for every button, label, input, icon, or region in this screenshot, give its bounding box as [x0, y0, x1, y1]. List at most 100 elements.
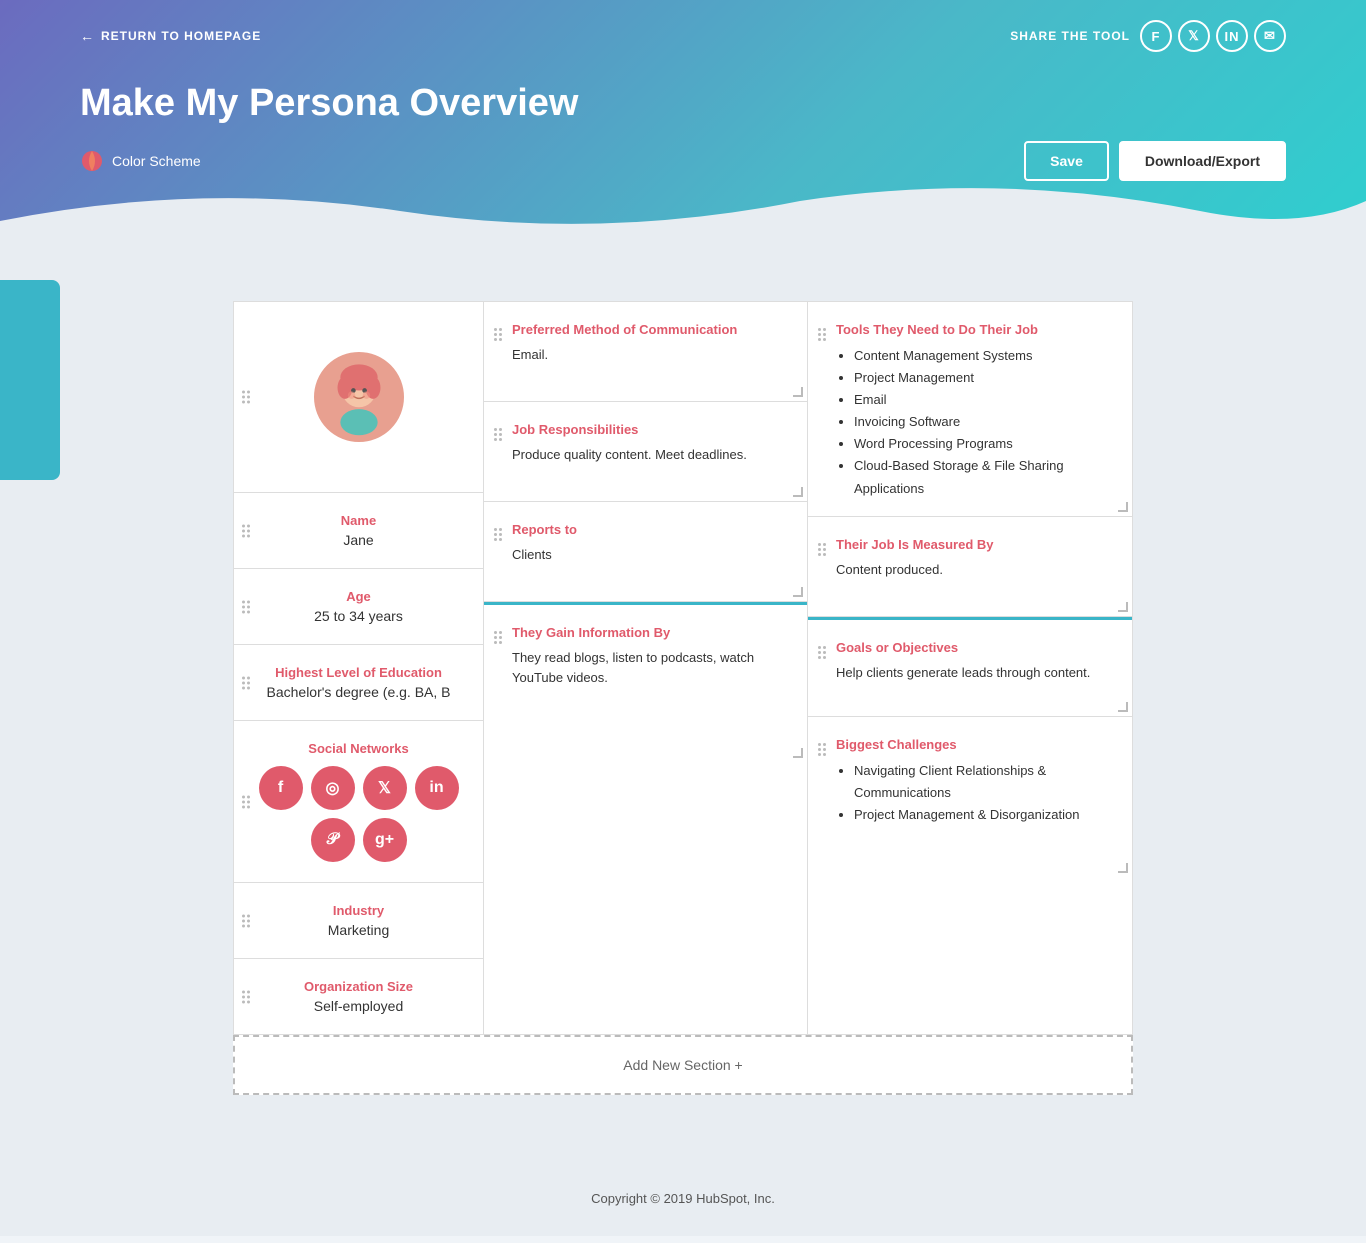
measured-by-card: Their Job Is Measured By Content produce… — [808, 517, 1132, 617]
right-column: Tools They Need to Do Their Job Content … — [808, 302, 1132, 1034]
social-networks-label: Social Networks — [250, 741, 467, 756]
resize-handle[interactable] — [793, 387, 803, 397]
avatar[interactable] — [314, 352, 404, 442]
job-resp-text: Produce quality content. Meet deadlines. — [512, 445, 791, 465]
tools-card: Tools They Need to Do Their Job Content … — [808, 302, 1132, 517]
tools-list: Content Management Systems Project Manag… — [836, 345, 1116, 500]
resize-handle[interactable] — [1118, 702, 1128, 712]
reports-to-text: Clients — [512, 545, 791, 565]
org-size-value: Self-employed — [250, 998, 467, 1014]
education-section: Highest Level of Education Bachelor's de… — [234, 645, 483, 721]
list-item: Word Processing Programs — [854, 433, 1116, 455]
list-item: Invoicing Software — [854, 411, 1116, 433]
drag-handle[interactable] — [242, 391, 250, 404]
facebook-icon[interactable]: f — [259, 766, 303, 810]
drag-handle[interactable] — [818, 743, 826, 756]
goals-text: Help clients generate leads through cont… — [836, 663, 1116, 683]
resize-handle[interactable] — [1118, 602, 1128, 612]
download-export-button[interactable]: Download/Export — [1119, 141, 1286, 181]
measured-by-text: Content produced. — [836, 560, 1116, 580]
linkedin-share-button[interactable]: in — [1216, 20, 1248, 52]
name-section: Name Jane — [234, 493, 483, 569]
color-scheme-control[interactable]: Color Scheme — [80, 149, 201, 173]
return-home-label: RETURN TO HOMEPAGE — [101, 29, 261, 43]
reports-to-card: Reports to Clients — [484, 502, 807, 602]
drag-handle[interactable] — [494, 528, 502, 541]
hero-section: ← RETURN TO HOMEPAGE SHARE THE TOOL f 𝕏 … — [0, 0, 1366, 261]
twitter-icon[interactable]: 𝕏 — [363, 766, 407, 810]
social-icons-grid: f ◎ 𝕏 in 𝒫 g+ — [250, 766, 467, 862]
challenges-list: Navigating Client Relationships & Commun… — [836, 760, 1116, 826]
tools-title: Tools They Need to Do Their Job — [836, 322, 1116, 337]
hero-content: Make My Persona Overview Color Scheme Sa… — [0, 62, 1366, 181]
drag-handle[interactable] — [494, 328, 502, 341]
hero-wave — [0, 181, 1366, 261]
social-networks-section: Social Networks f ◎ 𝕏 in 𝒫 g+ — [234, 721, 483, 883]
googleplus-icon[interactable]: g+ — [363, 818, 407, 862]
hero-buttons: Save Download/Export — [1024, 141, 1286, 181]
challenges-title: Biggest Challenges — [836, 737, 1116, 752]
resize-handle[interactable] — [1118, 863, 1128, 873]
gain-info-card: They Gain Information By They read blogs… — [484, 602, 807, 762]
drag-handle[interactable] — [818, 646, 826, 659]
goals-card: Goals or Objectives Help clients generat… — [808, 617, 1132, 717]
age-section: Age 25 to 34 years — [234, 569, 483, 645]
drag-handle[interactable] — [242, 524, 250, 537]
email-share-button[interactable]: ✉ — [1254, 20, 1286, 52]
main-content: Name Jane Age 25 to 34 years — [0, 261, 1366, 1161]
education-value: Bachelor's degree (e.g. BA, B — [250, 684, 467, 700]
pinterest-icon[interactable]: 𝒫 — [311, 818, 355, 862]
drag-handle[interactable] — [242, 795, 250, 808]
drag-handle[interactable] — [818, 328, 826, 341]
color-scheme-icon — [80, 149, 104, 173]
preferred-comm-text: Email. — [512, 345, 791, 365]
org-size-section: Organization Size Self-employed — [234, 959, 483, 1034]
age-label: Age — [250, 589, 467, 604]
name-value: Jane — [250, 532, 467, 548]
twitter-share-button[interactable]: 𝕏 — [1178, 20, 1210, 52]
preferred-comm-card: Preferred Method of Communication Email. — [484, 302, 807, 402]
resize-handle[interactable] — [793, 748, 803, 758]
drag-handle[interactable] — [494, 631, 502, 644]
list-item: Project Management & Disorganization — [854, 804, 1116, 826]
measured-by-title: Their Job Is Measured By — [836, 537, 1116, 552]
job-resp-title: Job Responsibilities — [512, 422, 791, 437]
middle-column: Preferred Method of Communication Email.… — [484, 302, 808, 1034]
return-home-link[interactable]: ← RETURN TO HOMEPAGE — [80, 28, 261, 44]
list-item: Content Management Systems — [854, 345, 1116, 367]
color-scheme-label-text: Color Scheme — [112, 153, 201, 169]
share-section: SHARE THE TOOL f 𝕏 in ✉ — [1010, 20, 1286, 52]
share-label: SHARE THE TOOL — [1010, 29, 1130, 43]
instagram-icon[interactable]: ◎ — [311, 766, 355, 810]
name-label: Name — [250, 513, 467, 528]
resize-handle[interactable] — [793, 487, 803, 497]
linkedin-icon[interactable]: in — [415, 766, 459, 810]
avatar-container — [250, 322, 467, 472]
drag-handle[interactable] — [242, 676, 250, 689]
add-section-label: Add New Section + — [623, 1057, 742, 1073]
industry-section: Industry Marketing — [234, 883, 483, 959]
add-section-bar[interactable]: Add New Section + — [233, 1035, 1133, 1095]
resize-handle[interactable] — [1118, 502, 1128, 512]
share-icons: f 𝕏 in ✉ — [1140, 20, 1286, 52]
drag-handle[interactable] — [242, 600, 250, 613]
age-value: 25 to 34 years — [250, 608, 467, 624]
facebook-share-button[interactable]: f — [1140, 20, 1172, 52]
drag-handle[interactable] — [242, 914, 250, 927]
drag-handle[interactable] — [494, 428, 502, 441]
avatar-section — [234, 302, 483, 493]
preferred-comm-title: Preferred Method of Communication — [512, 322, 791, 337]
list-item: Navigating Client Relationships & Commun… — [854, 760, 1116, 804]
save-button[interactable]: Save — [1024, 141, 1109, 181]
drag-handle[interactable] — [242, 990, 250, 1003]
left-column: Name Jane Age 25 to 34 years — [234, 302, 484, 1034]
org-size-label: Organization Size — [250, 979, 467, 994]
resize-handle[interactable] — [793, 587, 803, 597]
blue-accent-stripe — [0, 280, 60, 480]
goals-title: Goals or Objectives — [836, 640, 1116, 655]
back-arrow-icon: ← — [80, 28, 95, 44]
list-item: Email — [854, 389, 1116, 411]
gain-info-text: They read blogs, listen to podcasts, wat… — [512, 648, 791, 687]
drag-handle[interactable] — [818, 543, 826, 556]
job-resp-card: Job Responsibilities Produce quality con… — [484, 402, 807, 502]
